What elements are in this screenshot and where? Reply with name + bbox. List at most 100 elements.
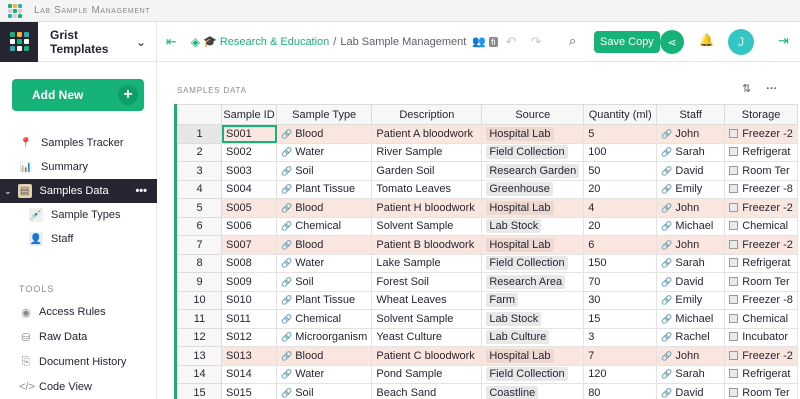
table-row[interactable]: 4 S004 🔗 Plant Tissue Tomato Leaves Greenhous…: [177, 179, 798, 199]
cell-source[interactable]: Hospital Lab: [481, 235, 585, 255]
cell-source[interactable]: Hospital Lab: [481, 124, 585, 144]
cell-staff[interactable]: 🔗 David: [656, 161, 726, 181]
cell-sample-id[interactable]: S013: [221, 346, 277, 366]
cell-sample-id[interactable]: S009: [221, 272, 277, 292]
cell-sample-type[interactable]: 🔗 Blood: [275, 346, 373, 366]
cell-sample-type[interactable]: 🔗 Soil: [275, 161, 373, 181]
cell-description[interactable]: Garden Soil: [371, 161, 483, 181]
cell-staff[interactable]: 🔗 Rachel: [656, 327, 726, 347]
row-number[interactable]: 5: [177, 198, 222, 218]
row-number[interactable]: 4: [177, 179, 222, 199]
cell-storage[interactable]: Freezer -2: [724, 235, 798, 255]
cell-description[interactable]: Patient H bloodwork: [371, 198, 483, 218]
table-row[interactable]: 9 S009 🔗 Soil Forest Soil Research Area 70 🔗 Dav…: [177, 272, 798, 292]
cell-sample-id[interactable]: S012: [221, 327, 277, 347]
cell-staff[interactable]: 🔗 John: [656, 346, 726, 366]
right-panel-icon[interactable]: ⇥: [778, 33, 789, 49]
column-header[interactable]: Storage: [724, 104, 798, 125]
table-row[interactable]: 12 S012 🔗 Microorganism Yeast Culture Lab Cul…: [177, 327, 798, 347]
avatar[interactable]: J: [728, 29, 754, 55]
cell-source[interactable]: Research Area: [481, 272, 585, 292]
cell-description[interactable]: Patient C bloodwork: [371, 346, 483, 366]
chevron-down-icon[interactable]: ⌄: [136, 35, 146, 49]
cell-sample-type[interactable]: 🔗 Water: [275, 253, 373, 273]
cell-sample-id[interactable]: S003: [221, 161, 277, 181]
cell-description[interactable]: Solvent Sample: [371, 309, 483, 329]
cell-source[interactable]: Lab Stock: [481, 309, 585, 329]
cell-description[interactable]: Patient B bloodwork: [371, 235, 483, 255]
add-new-button[interactable]: Add New +: [12, 79, 144, 111]
cell-quantity[interactable]: 70: [583, 272, 658, 292]
undo-icon[interactable]: ↶: [506, 34, 517, 50]
cell-source[interactable]: Lab Culture: [481, 327, 585, 347]
breadcrumb-document[interactable]: Lab Sample Management: [340, 36, 466, 48]
tool-document-history[interactable]: ⎘ Document History: [0, 350, 157, 374]
cell-source[interactable]: Research Garden: [481, 161, 585, 181]
cell-staff[interactable]: 🔗 Michael: [656, 309, 726, 329]
breadcrumb-workspace[interactable]: Research & Education: [220, 36, 329, 48]
cell-quantity[interactable]: 20: [583, 216, 658, 236]
column-header[interactable]: Description: [371, 104, 483, 125]
page-item-sample-types[interactable]: 💉 Sample Types: [0, 203, 157, 227]
cell-sample-type[interactable]: 🔗 Chemical: [275, 309, 373, 329]
row-number[interactable]: 14: [177, 364, 222, 384]
more-options-icon[interactable]: •••: [135, 185, 147, 197]
page-item-samples-tracker[interactable]: 📍 Samples Tracker: [0, 131, 157, 155]
cell-quantity[interactable]: 120: [583, 364, 658, 384]
cell-sample-id[interactable]: S015: [221, 383, 277, 399]
cell-description[interactable]: Patient A bloodwork: [371, 124, 483, 144]
cell-storage[interactable]: Room Ter: [724, 272, 798, 292]
cell-source[interactable]: Coastline: [481, 383, 585, 399]
share-icon[interactable]: ⋖: [660, 30, 684, 54]
cell-storage[interactable]: Freezer -8: [724, 179, 798, 199]
column-header[interactable]: Sample ID: [221, 104, 277, 125]
cell-sample-type[interactable]: 🔗 Water: [275, 364, 373, 384]
cell-source[interactable]: Field Collection: [481, 142, 585, 162]
row-number[interactable]: 10: [177, 290, 222, 310]
cell-sample-type[interactable]: 🔗 Plant Tissue: [275, 290, 373, 310]
cell-staff[interactable]: 🔗 Sarah: [656, 253, 726, 273]
column-header[interactable]: Staff: [656, 104, 726, 125]
cell-quantity[interactable]: 6: [583, 235, 658, 255]
search-icon[interactable]: ⌕: [569, 33, 576, 49]
cell-storage[interactable]: Chemical: [724, 216, 798, 236]
cell-sample-id[interactable]: S006: [221, 216, 277, 236]
cell-description[interactable]: Solvent Sample: [371, 216, 483, 236]
cell-source[interactable]: Greenhouse: [481, 179, 585, 199]
tool-code-view[interactable]: </> Code View: [0, 375, 157, 399]
table-row[interactable]: 2 S002 🔗 Water River Sample Field Collection 1…: [177, 142, 798, 162]
cell-sample-type[interactable]: 🔗 Blood: [275, 235, 373, 255]
column-header[interactable]: Source: [481, 104, 585, 125]
cell-storage[interactable]: Incubator: [724, 327, 798, 347]
cell-sample-id[interactable]: S007: [221, 235, 277, 255]
cell-staff[interactable]: 🔗 Emily: [656, 290, 726, 310]
cell-source[interactable]: Field Collection: [481, 253, 585, 273]
cell-quantity[interactable]: 30: [583, 290, 658, 310]
cell-storage[interactable]: Freezer -2: [724, 198, 798, 218]
table-row[interactable]: 15 S015 🔗 Soil Beach Sand Coastline 80 🔗 David Ro…: [177, 383, 798, 399]
cell-sample-id[interactable]: S004: [221, 179, 277, 199]
cell-staff[interactable]: 🔗 David: [656, 383, 726, 399]
cell-sample-type[interactable]: 🔗 Chemical: [275, 216, 373, 236]
cell-storage[interactable]: Freezer -8: [724, 290, 798, 310]
cell-description[interactable]: River Sample: [371, 142, 483, 162]
cell-storage[interactable]: Room Ter: [724, 383, 798, 399]
cell-staff[interactable]: 🔗 Sarah: [656, 142, 726, 162]
tool-raw-data[interactable]: ⛁ Raw Data: [0, 325, 157, 349]
cell-staff[interactable]: 🔗 John: [656, 235, 726, 255]
cell-storage[interactable]: Room Ter: [724, 161, 798, 181]
cell-source[interactable]: Lab Stock: [481, 216, 585, 236]
cell-sample-id[interactable]: S011: [221, 309, 277, 329]
page-item-staff[interactable]: 👤 Staff: [0, 227, 157, 251]
sort-filter-icon[interactable]: ⇅: [742, 83, 751, 95]
cell-storage[interactable]: Freezer -2: [724, 346, 798, 366]
cell-staff[interactable]: 🔗 Sarah: [656, 364, 726, 384]
cell-source[interactable]: Hospital Lab: [481, 346, 585, 366]
row-number[interactable]: 3: [177, 161, 222, 181]
cell-description[interactable]: Tomato Leaves: [371, 179, 483, 199]
table-row[interactable]: 7 S007 🔗 Blood Patient B bloodwork Hospital L…: [177, 235, 798, 255]
cell-description[interactable]: Wheat Leaves: [371, 290, 483, 310]
table-row[interactable]: 5 S005 🔗 Blood Patient H bloodwork Hospital L…: [177, 198, 798, 218]
table-row[interactable]: 1 S001 🔗 Blood Patient A bloodwork Hospital L…: [177, 124, 798, 144]
org-switcher[interactable]: Grist Templates ⌄: [0, 21, 156, 62]
